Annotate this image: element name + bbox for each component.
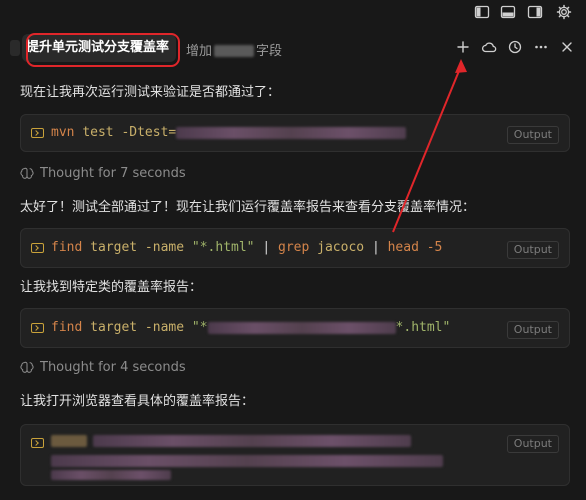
thought-label: Thought for 4 seconds <box>40 360 186 375</box>
tab-second-label-suffix: 字段 <box>256 44 283 59</box>
more-icon[interactable] <box>533 39 549 55</box>
output-button[interactable]: Output <box>506 321 559 339</box>
tab-second-label-prefix: 增加 <box>186 44 213 59</box>
terminal-icon <box>31 323 44 333</box>
output-button[interactable]: Output <box>506 435 559 453</box>
thought-label: Thought for 7 seconds <box>40 166 186 181</box>
terminal-command-block[interactable]: Output <box>20 424 570 486</box>
command-string: "*.html" <box>191 240 255 255</box>
command-text: find target -name "* *.html" <box>51 320 450 335</box>
command-args: jacoco <box>317 240 365 255</box>
command-name: head <box>387 240 419 255</box>
terminal-command-block[interactable]: find target -name "* *.html" Output <box>20 308 570 348</box>
command-args: target -name <box>90 320 185 335</box>
chat-tab-bar: 提升单元测试分支覆盖率 增加 字段 <box>0 26 586 68</box>
command-text: find target -name "*.html" | grep jacoco… <box>51 240 442 255</box>
terminal-command-block[interactable]: find target -name "*.html" | grep jacoco… <box>20 228 570 268</box>
redacted-text <box>51 455 443 467</box>
redacted-text <box>93 435 411 447</box>
assistant-message: 现在让我再次运行测试来验证是否都通过了： <box>20 85 281 100</box>
output-button[interactable]: Output <box>506 241 559 259</box>
brain-icon <box>20 361 34 373</box>
terminal-icon <box>31 438 44 448</box>
sidebar-left-icon[interactable] <box>474 4 490 20</box>
command-name: find <box>51 320 83 335</box>
command-name: mvn <box>51 125 75 140</box>
brain-icon <box>20 167 34 179</box>
output-button[interactable]: Output <box>506 126 559 144</box>
terminal-icon <box>31 243 44 253</box>
command-args: target -name <box>90 240 185 255</box>
tab-second[interactable]: 增加 字段 <box>186 40 282 60</box>
pipe-operator: | <box>262 240 271 255</box>
sidebar-right-icon[interactable] <box>527 4 543 20</box>
tab-active-label: 提升单元测试分支覆盖率 <box>26 40 170 55</box>
plus-icon[interactable] <box>455 39 471 55</box>
assistant-message: 让我打开浏览器查看具体的覆盖率报告： <box>20 394 255 409</box>
command-name: find <box>51 240 83 255</box>
history-icon[interactable] <box>507 39 523 55</box>
previous-tab-edge[interactable] <box>10 40 20 56</box>
cloud-icon[interactable] <box>481 39 497 55</box>
redacted-text <box>51 435 87 447</box>
command-string: *.html" <box>395 320 451 335</box>
pipe-operator: | <box>371 240 380 255</box>
command-text: mvn test -Dtest= <box>51 125 407 140</box>
terminal-icon <box>31 128 44 138</box>
command-args: test -Dtest= <box>82 125 177 140</box>
window-toolbar <box>0 0 586 26</box>
thought-indicator[interactable]: Thought for 4 seconds <box>20 360 186 375</box>
thought-indicator[interactable]: Thought for 7 seconds <box>20 166 186 181</box>
redacted-text <box>207 321 396 334</box>
close-icon[interactable] <box>559 39 575 55</box>
terminal-command-block[interactable]: mvn test -Dtest= Output <box>20 114 570 152</box>
settings-gear-icon[interactable] <box>556 4 572 20</box>
command-args: -5 <box>426 240 443 255</box>
redacted-text <box>176 126 407 139</box>
command-name: grep <box>278 240 310 255</box>
assistant-message: 让我找到特定类的覆盖率报告： <box>20 280 203 295</box>
redacted-text <box>51 470 171 480</box>
panel-bottom-icon[interactable] <box>500 4 516 20</box>
command-string: "* <box>191 320 208 335</box>
assistant-message: 太好了！测试全部通过了！现在让我们运行覆盖率报告来查看分支覆盖率情况： <box>20 200 476 215</box>
redacted-text <box>214 44 255 57</box>
